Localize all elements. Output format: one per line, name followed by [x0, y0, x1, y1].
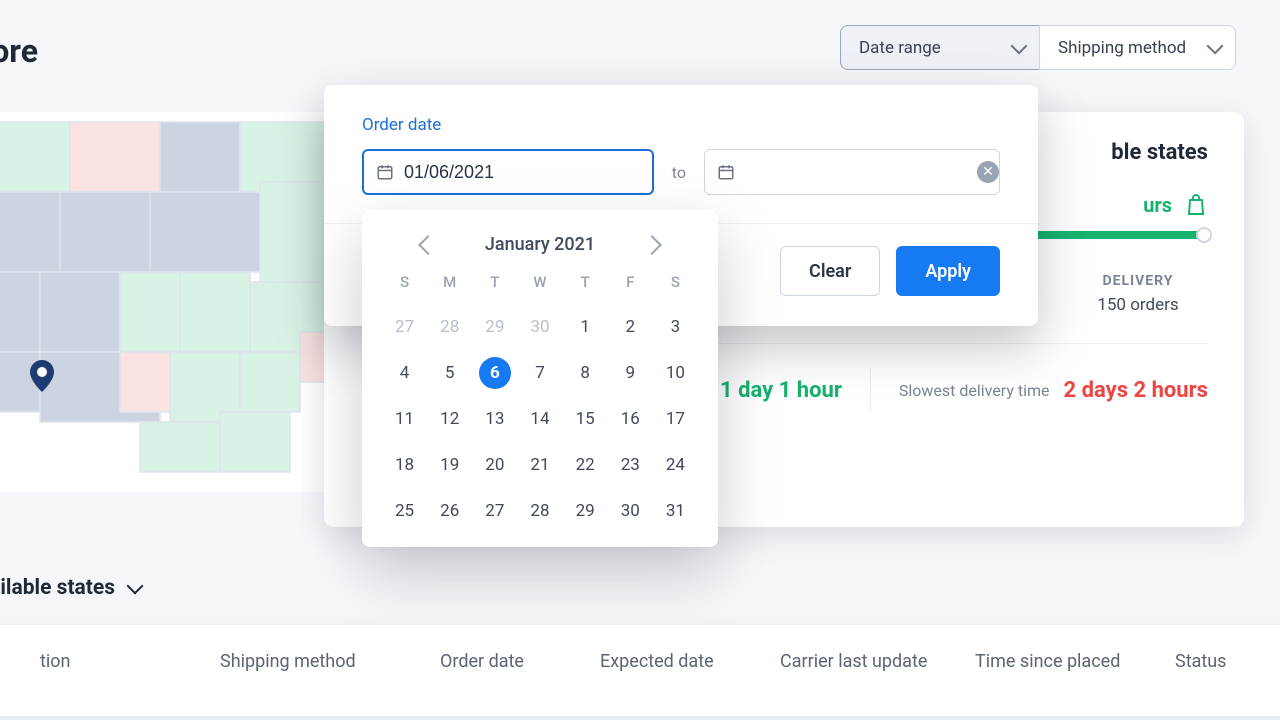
calendar-month-label: January 2021 — [485, 234, 595, 255]
calendar-day[interactable]: 29 — [569, 495, 601, 527]
col-shipping-method[interactable]: Shipping method — [220, 651, 440, 672]
to-separator: to — [672, 163, 686, 182]
col-order-date[interactable]: Order date — [440, 651, 600, 672]
calendar-dow: T — [563, 273, 608, 297]
shopping-bag-icon — [1184, 193, 1208, 217]
slowest-label: Slowest delivery time — [899, 381, 1050, 400]
col-expected-date[interactable]: Expected date — [600, 651, 780, 672]
calendar-day[interactable]: 1 — [569, 311, 601, 343]
to-date-input[interactable] — [745, 162, 977, 183]
date-range-label: Date range — [859, 38, 941, 58]
calendar-day[interactable]: 9 — [614, 357, 646, 389]
calendar-day[interactable]: 21 — [524, 449, 556, 481]
calendar-icon — [376, 163, 394, 181]
states-toggle-label: all available states — [0, 576, 115, 600]
calendar-day[interactable]: 28 — [524, 495, 556, 527]
popover-label: Order date — [362, 115, 1000, 135]
calendar-day[interactable]: 3 — [659, 311, 691, 343]
table-header: tion Shipping method Order date Expected… — [40, 651, 1240, 672]
calendar-day[interactable]: 8 — [569, 357, 601, 389]
date-range-filter[interactable]: Date range — [840, 25, 1040, 70]
calendar-day[interactable]: 27 — [389, 311, 421, 343]
calendar-day[interactable]: 4 — [389, 357, 421, 389]
calendar-dow: M — [427, 273, 472, 297]
calendar-icon — [717, 163, 735, 181]
states-toggle[interactable]: all available states — [0, 576, 141, 600]
delivery-value: 150 orders — [1068, 295, 1208, 315]
calendar-day[interactable]: 15 — [569, 403, 601, 435]
calendar-day[interactable]: 20 — [479, 449, 511, 481]
delivery-label: DELIVERY — [1068, 273, 1208, 289]
separator — [870, 368, 871, 412]
calendar-day[interactable]: 25 — [389, 495, 421, 527]
calendar-day[interactable]: 17 — [659, 403, 691, 435]
col-status[interactable]: Status — [1175, 651, 1280, 672]
map-pin-icon — [30, 360, 54, 392]
shipping-method-label: Shipping method — [1058, 38, 1186, 58]
calendar-day[interactable]: 7 — [524, 357, 556, 389]
apply-button[interactable]: Apply — [896, 246, 1000, 296]
calendar-day[interactable]: 29 — [479, 311, 511, 343]
delivery-metric: DELIVERY 150 orders — [1068, 273, 1208, 315]
chevron-down-icon — [127, 578, 144, 595]
calendar-day[interactable]: 28 — [434, 311, 466, 343]
calendar-day[interactable]: 14 — [524, 403, 556, 435]
shipping-method-filter[interactable]: Shipping method — [1039, 25, 1236, 70]
calendar-day[interactable]: 30 — [524, 311, 556, 343]
prev-month-icon[interactable] — [418, 235, 438, 255]
clear-input-icon[interactable]: ✕ — [977, 161, 999, 183]
calendar-day[interactable]: 19 — [434, 449, 466, 481]
col-time-since-placed[interactable]: Time since placed — [975, 651, 1175, 672]
calendar-dow: F — [608, 273, 653, 297]
filter-bar: Date range Shipping method — [840, 25, 1236, 70]
calendar-day[interactable]: 31 — [659, 495, 691, 527]
calendar-dropdown: January 2021 SMTWTFS27282930123456789101… — [362, 210, 718, 547]
calendar-day[interactable]: 12 — [434, 403, 466, 435]
calendar-day[interactable]: 11 — [389, 403, 421, 435]
calendar-day[interactable]: 13 — [479, 403, 511, 435]
orders-table: tion Shipping method Order date Expected… — [0, 625, 1280, 716]
calendar-day[interactable]: 23 — [614, 449, 646, 481]
calendar-dow: W — [517, 273, 562, 297]
calendar-day[interactable]: 30 — [614, 495, 646, 527]
calendar-dow: S — [653, 273, 698, 297]
calendar-day[interactable]: 6 — [479, 357, 511, 389]
calendar-day[interactable]: 5 — [434, 357, 466, 389]
chevron-down-icon — [1207, 37, 1224, 54]
slowest-value: 2 days 2 hours — [1064, 378, 1208, 403]
from-date-field[interactable] — [362, 149, 654, 195]
calendar-day[interactable]: 22 — [569, 449, 601, 481]
calendar-day[interactable]: 18 — [389, 449, 421, 481]
calendar-day[interactable]: 16 — [614, 403, 646, 435]
hours-value: urs — [1143, 193, 1172, 217]
calendar-dow: T — [472, 273, 517, 297]
fastest-value: 1 day 1 hour — [720, 378, 842, 403]
next-month-icon[interactable] — [642, 235, 662, 255]
chevron-down-icon — [1011, 37, 1028, 54]
calendar-day[interactable]: 26 — [434, 495, 466, 527]
to-date-field[interactable]: ✕ — [704, 149, 1000, 195]
calendar-day[interactable]: 27 — [479, 495, 511, 527]
calendar-day[interactable]: 2 — [614, 311, 646, 343]
fastest-delivery: 1 day 1 hour — [720, 378, 842, 403]
calendar-dow: S — [382, 273, 427, 297]
progress-thumb[interactable] — [1196, 227, 1212, 243]
calendar-grid: SMTWTFS272829301234567891011121314151617… — [382, 273, 698, 527]
col-destination[interactable]: tion — [40, 651, 220, 672]
slowest-delivery: Slowest delivery time 2 days 2 hours — [899, 378, 1208, 403]
page-title: es • Store — [0, 32, 38, 70]
calendar-day[interactable]: 10 — [659, 357, 691, 389]
col-carrier-update[interactable]: Carrier last update — [780, 651, 975, 672]
clear-button[interactable]: Clear — [780, 246, 880, 296]
from-date-input[interactable] — [404, 162, 642, 183]
calendar-day[interactable]: 24 — [659, 449, 691, 481]
